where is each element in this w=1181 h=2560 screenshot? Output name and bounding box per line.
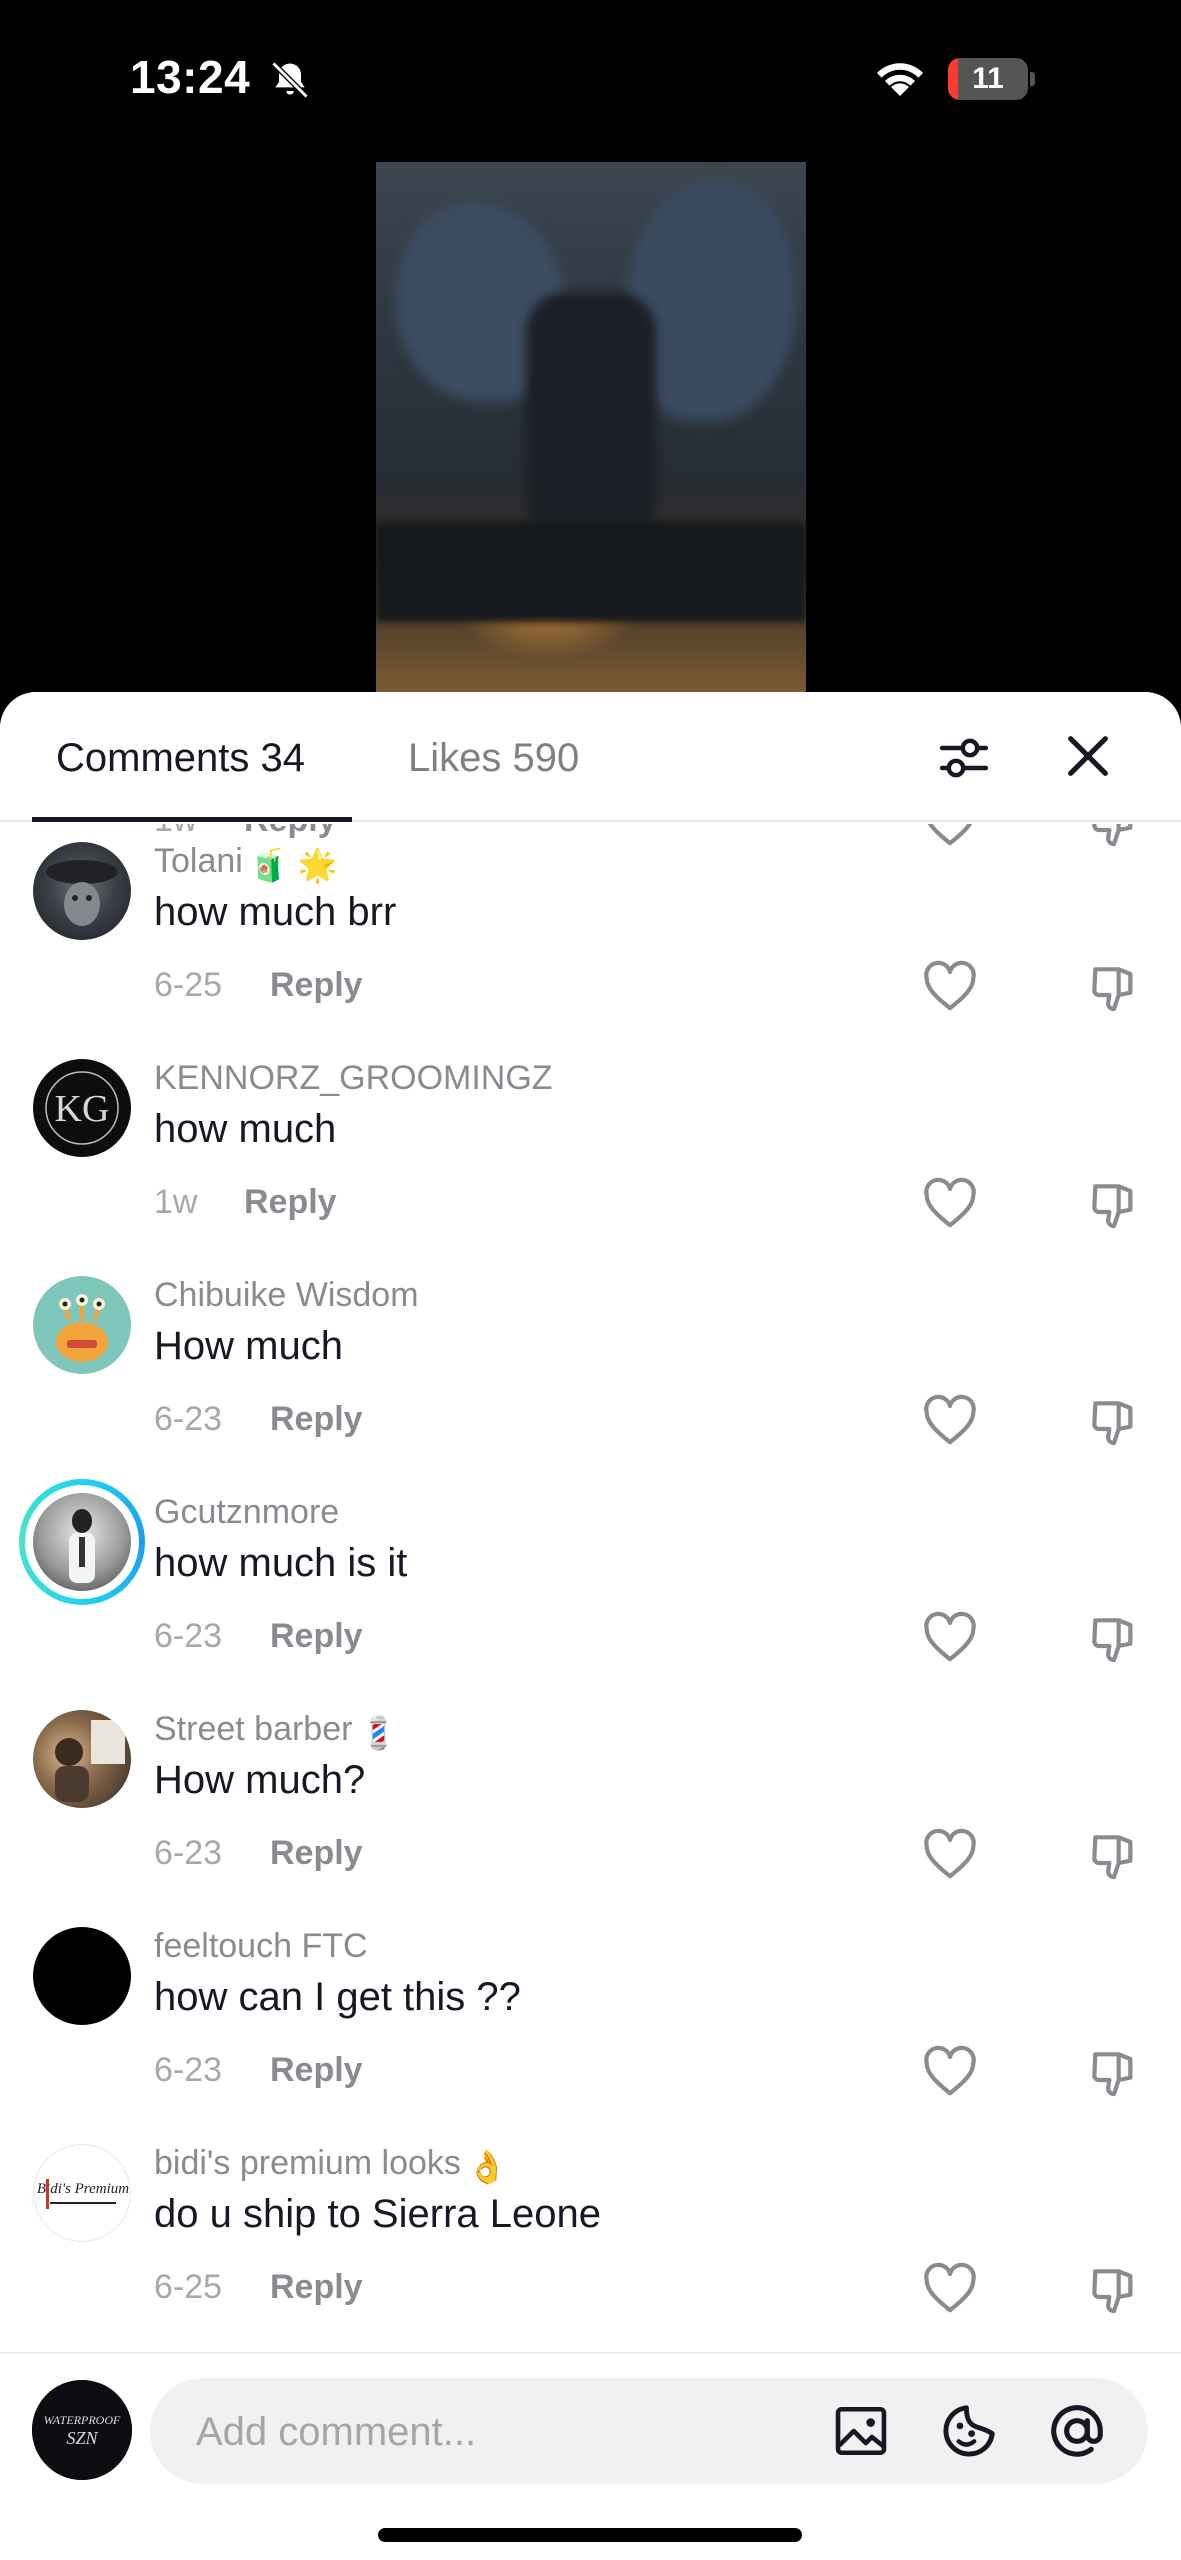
comment-text: How much [154, 1324, 343, 1368]
reply-button[interactable]: Reply [270, 1400, 363, 1439]
battery-indicator: 11 [948, 58, 1036, 100]
avatar[interactable] [33, 1927, 131, 2025]
comment-text: how much [154, 1107, 337, 1151]
comment-text: how can I get this ?? [154, 1975, 521, 2019]
comment-timestamp: 6-23 [154, 1400, 223, 1438]
comment-item: Gcutznmore how much is it 6-23 Reply [0, 1475, 1181, 1692]
battery-level: 11 [972, 62, 1004, 95]
comment-timestamp: 6-23 [154, 1617, 223, 1655]
avatar[interactable] [33, 1710, 131, 1808]
heart-icon[interactable] [922, 1394, 978, 1446]
thumbs-down-icon[interactable] [1086, 960, 1142, 1016]
comment-text: how much is it [154, 1541, 408, 1585]
comment-item: KG KENNORZ_GROOMINGZ how much 1w Reply [0, 1041, 1181, 1258]
heart-icon[interactable] [922, 960, 978, 1012]
comment-username[interactable]: feeltouch FTC [154, 1927, 368, 1966]
reply-button[interactable]: Reply [270, 1617, 363, 1656]
kennorz-monogram: KG [55, 1088, 110, 1130]
my-avatar-line-1: WATERPROOF [44, 2413, 121, 2427]
comment-username[interactable]: Tolani 🧃 🌟 [154, 842, 337, 884]
emoji-sticker-icon[interactable] [938, 2400, 1000, 2462]
comment-input-placeholder: Add comment... [196, 2410, 477, 2454]
active-tab-indicator [32, 817, 352, 822]
comment-username[interactable]: Street barber 💈 [154, 1710, 398, 1752]
comment-item: feeltouch FTC how can I get this ?? 6-23… [0, 1909, 1181, 2126]
comment-timestamp: 6-25 [154, 2268, 223, 2306]
status-time: 13:24 [130, 51, 251, 103]
heart-icon[interactable] [922, 1828, 978, 1880]
comment-item: Tolani 🧃 🌟 how much brr 6-25 Reply [0, 824, 1181, 1041]
comment-text: how much brr [154, 890, 397, 934]
avatar[interactable] [33, 1276, 131, 1374]
comment-text: How much? [154, 1758, 366, 1802]
username-emoji: 🧃 🌟 [248, 847, 338, 883]
tab-comments[interactable]: Comments 34 [56, 736, 305, 781]
tab-likes[interactable]: Likes 590 [408, 736, 579, 781]
comment-timestamp: 6-23 [154, 1834, 223, 1872]
my-avatar-line-2: SZN [66, 2428, 98, 2448]
comment-username[interactable]: KENNORZ_GROOMINGZ [154, 1059, 553, 1098]
avatar[interactable]: Bidi's Premium [33, 2144, 131, 2242]
comment-timestamp: 1w [154, 1183, 198, 1221]
video-frame[interactable] [376, 162, 806, 692]
thumbs-down-icon[interactable] [1086, 1177, 1142, 1233]
thumbs-down-icon[interactable] [1086, 2045, 1142, 2101]
avatar[interactable] [33, 842, 131, 940]
thumbs-down-icon[interactable] [1086, 2262, 1142, 2318]
thumbs-down-icon[interactable] [1086, 1394, 1142, 1450]
reply-button[interactable]: Reply [244, 1183, 337, 1222]
video-player[interactable] [0, 160, 1181, 700]
thumbs-down-icon[interactable] [1086, 1828, 1142, 1884]
tab-bar: Comments 34 Likes 590 [0, 692, 1181, 822]
my-avatar[interactable]: WATERPROOF SZN [32, 2380, 132, 2480]
comment-input[interactable]: Add comment... [150, 2378, 1148, 2484]
reply-button[interactable]: Reply [270, 2268, 363, 2307]
thumbs-down-icon[interactable] [1086, 1611, 1142, 1667]
comment-username[interactable]: Chibuike Wisdom [154, 1276, 419, 1315]
comment-item: Bidi's Premium bidi's premium looks 👌 do … [0, 2126, 1181, 2343]
heart-icon[interactable] [922, 1611, 978, 1663]
mention-at-icon[interactable] [1046, 2400, 1108, 2462]
reply-button[interactable]: Reply [270, 966, 363, 1005]
avatar[interactable] [33, 1493, 131, 1591]
bell-slash-icon [271, 61, 309, 99]
heart-icon[interactable] [922, 1177, 978, 1229]
comment-username[interactable]: bidi's premium looks 👌 [154, 2144, 507, 2186]
comment-item: Street barber 💈 How much? 6-23 Reply [0, 1692, 1181, 1909]
barber-pole-emoji: 💈 [358, 1715, 399, 1751]
reply-button[interactable]: Reply [270, 1834, 363, 1873]
close-icon[interactable] [1062, 730, 1114, 782]
bidi-logo-text: Bidi's Premium [37, 2181, 129, 2197]
heart-icon[interactable] [922, 2045, 978, 2097]
comment-timestamp: 6-23 [154, 2051, 223, 2089]
comment-item: Chibuike Wisdom How much 6-23 Reply [0, 1258, 1181, 1475]
comments-sheet: Comments 34 Likes 590 1w Reply Tolani🧃 [0, 692, 1181, 2560]
heart-icon[interactable] [922, 2262, 978, 2314]
avatar[interactable]: KG [33, 1059, 131, 1157]
comment-text: do u ship to Sierra Leone [154, 2192, 601, 2236]
comment-timestamp: 6-25 [154, 966, 223, 1004]
wifi-icon [877, 63, 923, 96]
comment-username[interactable]: Gcutznmore [154, 1493, 339, 1532]
image-icon[interactable] [832, 2402, 890, 2460]
reply-button[interactable]: Reply [270, 2051, 363, 2090]
filter-sliders-icon[interactable] [936, 730, 992, 786]
ok-hand-emoji: 👌 [466, 2149, 507, 2185]
comments-list[interactable]: 1w Reply Tolani🧃 🌟 how much brr 6-25 Rep… [0, 824, 1181, 2352]
status-bar: 13:24 11 [0, 0, 1181, 160]
home-indicator[interactable] [378, 2528, 802, 2542]
